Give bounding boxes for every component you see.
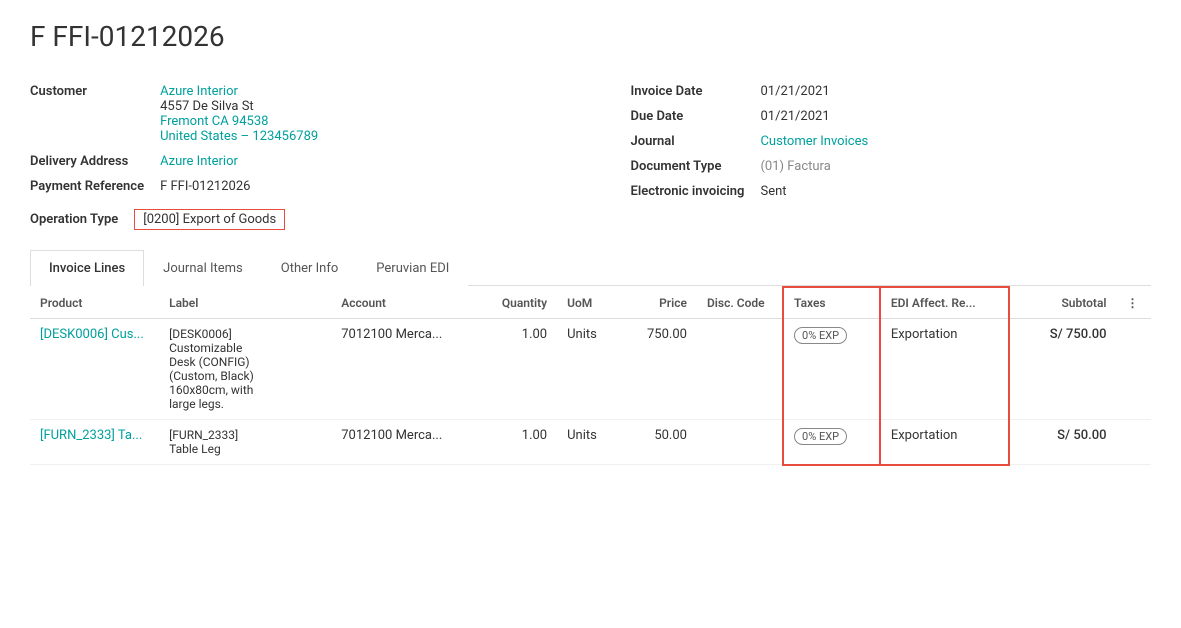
table-row: [DESK0006] Cus... [DESK0006] Customizabl…: [30, 319, 1151, 420]
cell-qty-1: 1.00: [482, 319, 557, 420]
cell-uom-1: Units: [557, 319, 622, 420]
payment-ref-label: Payment Reference: [30, 176, 160, 197]
invoice-date-value: 01/21/2021: [760, 81, 868, 102]
cell-label-2: [FURN_2333] Table Leg: [159, 420, 331, 465]
table-row: [FURN_2333] Ta... [FURN_2333] Table Leg …: [30, 420, 1151, 465]
invoice-lines-table: Product Label Account Quantity UoM Price…: [30, 286, 1151, 466]
col-header-taxes: Taxes: [783, 287, 880, 319]
tax-badge-2: 0% EXP: [794, 428, 847, 445]
invoice-date-label: Invoice Date: [631, 81, 761, 102]
journal-value[interactable]: Customer Invoices: [760, 131, 868, 152]
tab-other-info[interactable]: Other Info: [262, 250, 358, 286]
doc-type-value: (01) Factura: [760, 156, 868, 177]
col-header-uom: UoM: [557, 287, 622, 319]
cell-disc-2: [697, 420, 783, 465]
customer-name[interactable]: Azure Interior: [160, 84, 318, 99]
cell-uom-2: Units: [557, 420, 622, 465]
col-header-account: Account: [331, 287, 482, 319]
cell-subtotal-2: S/ 50.00: [1009, 420, 1117, 465]
cell-price-2: 50.00: [622, 420, 697, 465]
cell-menu-1: [1117, 319, 1151, 420]
cell-product-2[interactable]: [FURN_2333] Ta...: [30, 420, 159, 465]
page-title: F FFI-01212026: [30, 20, 1151, 53]
cell-edi-2: Exportation: [880, 420, 1009, 465]
customer-address2[interactable]: Fremont CA 94538: [160, 114, 318, 129]
col-header-qty: Quantity: [482, 287, 557, 319]
cell-disc-1: [697, 319, 783, 420]
col-header-label: Label: [159, 287, 331, 319]
cell-account-1: 7012100 Merca...: [331, 319, 482, 420]
cell-account-2: 7012100 Merca...: [331, 420, 482, 465]
col-header-price: Price: [622, 287, 697, 319]
customer-address3[interactable]: United States – 123456789: [160, 129, 318, 144]
cell-menu-2: [1117, 420, 1151, 465]
customer-address1: 4557 De Silva St: [160, 99, 318, 114]
col-header-product: Product: [30, 287, 159, 319]
delivery-label: Delivery Address: [30, 151, 160, 172]
payment-ref-value: F FFI-01212026: [160, 176, 318, 197]
cell-product-1[interactable]: [DESK0006] Cus...: [30, 319, 159, 420]
due-date-value: 01/21/2021: [760, 106, 868, 127]
cell-taxes-2: 0% EXP: [783, 420, 880, 465]
tabs-bar: Invoice Lines Journal Items Other Info P…: [30, 250, 1151, 286]
delivery-value[interactable]: Azure Interior: [160, 151, 318, 172]
col-header-disc: Disc. Code: [697, 287, 783, 319]
cell-price-1: 750.00: [622, 319, 697, 420]
cell-label-1: [DESK0006] Customizable Desk (CONFIG) (C…: [159, 319, 331, 420]
tab-journal-items[interactable]: Journal Items: [144, 250, 262, 286]
operation-type-value: [0200] Export of Goods: [134, 209, 285, 230]
cell-edi-1: Exportation: [880, 319, 1009, 420]
customer-label: Customer: [30, 81, 160, 147]
einvoicing-value: Sent: [760, 181, 868, 202]
due-date-label: Due Date: [631, 106, 761, 127]
col-header-menu: ⋮: [1117, 287, 1151, 319]
tab-peruvian-edi[interactable]: Peruvian EDI: [357, 250, 468, 286]
doc-type-label: Document Type: [631, 156, 761, 177]
operation-type-label: Operation Type: [30, 209, 134, 230]
col-header-edi: EDI Affect. Re...: [880, 287, 1009, 319]
cell-subtotal-1: S/ 750.00: [1009, 319, 1117, 420]
tax-badge-1: 0% EXP: [794, 327, 847, 344]
einvoicing-label: Electronic invoicing: [631, 181, 761, 202]
cell-qty-2: 1.00: [482, 420, 557, 465]
journal-label: Journal: [631, 131, 761, 152]
customer-value: Azure Interior 4557 De Silva St Fremont …: [160, 81, 318, 147]
cell-taxes-1: 0% EXP: [783, 319, 880, 420]
tab-invoice-lines[interactable]: Invoice Lines: [30, 250, 144, 286]
col-header-subtotal: Subtotal: [1009, 287, 1117, 319]
